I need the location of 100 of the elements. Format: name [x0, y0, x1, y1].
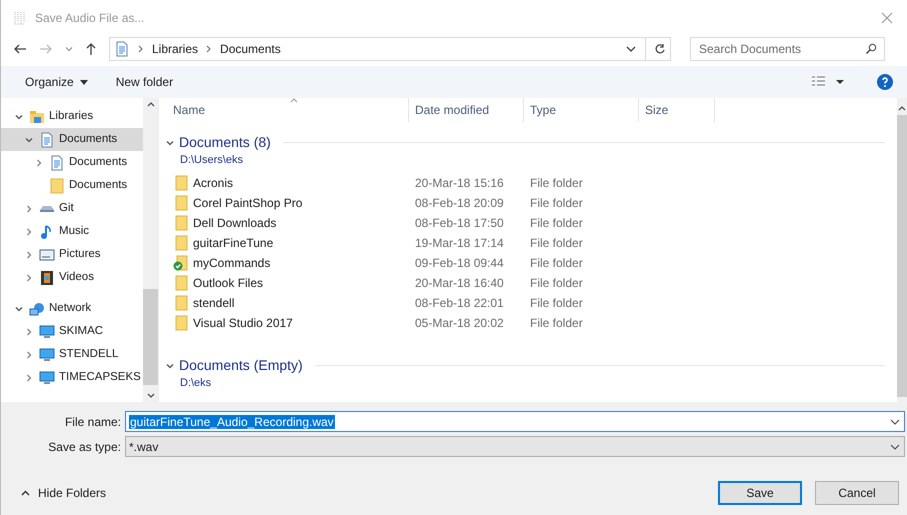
drive-icon — [39, 204, 55, 212]
column-header[interactable]: Name — [159, 98, 409, 122]
scroll-down-icon[interactable] — [146, 393, 154, 398]
new-folder-button[interactable]: New folder — [116, 73, 174, 91]
help-icon[interactable] — [877, 74, 893, 90]
view-options-icon[interactable] — [811, 76, 845, 88]
breadcrumb[interactable]: Libraries — [152, 40, 198, 58]
sort-caret-icon — [290, 98, 298, 103]
column-header[interactable]: Type — [524, 98, 639, 122]
save-as-type-dropdown[interactable]: *.wav — [125, 436, 905, 457]
app-icon — [13, 10, 27, 26]
dropdown-chevron-icon[interactable] — [890, 418, 900, 426]
breadcrumb[interactable]: Documents — [220, 40, 281, 58]
document-icon — [49, 154, 65, 170]
date-modified: 08-Feb-18 20:09 — [415, 196, 504, 210]
scroll-up-icon[interactable] — [898, 106, 906, 111]
organize-button[interactable]: Organize — [25, 73, 88, 91]
back-arrow-icon[interactable] — [13, 43, 27, 55]
folder-icon — [173, 235, 189, 251]
tree-item[interactable]: SKIMAC — [1, 320, 143, 343]
document-icon — [39, 132, 55, 148]
date-modified: 19-Mar-18 17:14 — [415, 236, 504, 250]
window-title: Save Audio File as... — [35, 10, 146, 27]
save-button[interactable]: Save — [718, 481, 802, 505]
tree-item[interactable]: Documents — [1, 128, 143, 151]
file-type: File folder — [530, 176, 583, 190]
document-icon — [114, 41, 130, 57]
chevron-up-icon — [21, 490, 30, 496]
scroll-up-icon[interactable] — [146, 102, 154, 107]
library-icon — [29, 108, 45, 124]
tree-item[interactable]: Documents — [1, 174, 143, 197]
group-title[interactable]: Documents (Empty) — [179, 355, 303, 376]
file-row[interactable]: Acronis 20-Mar-18 15:16 File folder — [159, 173, 897, 193]
expand-chevron-icon[interactable] — [24, 372, 34, 382]
group-path: D:\eks — [179, 376, 212, 390]
expand-chevron-icon[interactable] — [24, 226, 34, 236]
up-arrow-icon[interactable] — [85, 42, 97, 56]
computer-icon — [39, 370, 55, 386]
tree-item[interactable]: Videos — [1, 266, 143, 289]
search-field[interactable]: Search Documents — [690, 37, 885, 61]
expand-chevron-icon[interactable] — [24, 250, 34, 260]
synced-folder-icon — [173, 255, 189, 271]
tree-item[interactable]: Git — [1, 197, 143, 220]
file-row[interactable]: Outlook Files 20-Mar-18 16:40 File folder — [159, 273, 897, 293]
breadcrumb-separator-icon — [138, 45, 144, 53]
file-row[interactable]: stendell 08-Feb-18 22:01 File folder — [159, 293, 897, 313]
breadcrumb-separator-icon — [206, 45, 212, 53]
expand-chevron-icon[interactable] — [34, 158, 44, 168]
file-row[interactable]: myCommands 09-Feb-18 09:44 File folder — [159, 253, 897, 273]
file-type: File folder — [530, 276, 583, 290]
column-header[interactable]: Size — [639, 98, 715, 122]
date-modified: 09-Feb-18 09:44 — [415, 256, 504, 270]
file-name: Acronis — [193, 175, 234, 192]
expand-chevron-icon[interactable] — [24, 350, 34, 360]
expand-chevron-icon[interactable] — [24, 272, 34, 282]
refresh-icon[interactable] — [654, 43, 666, 55]
dropdown-chevron-icon[interactable] — [890, 442, 900, 450]
file-name-field[interactable]: guitarFineTune_Audio_Recording.wav — [125, 411, 905, 432]
tree-item[interactable]: Music — [1, 220, 143, 243]
file-name: stendell — [193, 295, 234, 312]
computer-icon — [39, 346, 55, 362]
file-type: File folder — [530, 296, 583, 310]
tree-item[interactable]: STENDELL — [1, 343, 143, 366]
folder-icon — [173, 195, 189, 211]
folder-icon — [49, 178, 65, 194]
tree-item[interactable]: Pictures — [1, 243, 143, 266]
file-type: File folder — [530, 256, 583, 270]
expand-chevron-icon[interactable] — [24, 204, 34, 214]
column-header[interactable]: Date modified — [409, 98, 524, 122]
folder-icon — [173, 275, 189, 291]
tree-item[interactable]: Network — [1, 297, 143, 320]
file-type: File folder — [530, 216, 583, 230]
cancel-button[interactable]: Cancel — [815, 481, 899, 505]
address-bar[interactable]: Libraries Documents — [109, 37, 671, 61]
file-row[interactable]: Visual Studio 2017 05-Mar-18 20:02 File folder — [159, 313, 897, 333]
file-row[interactable]: guitarFineTune 19-Mar-18 17:14 File folder — [159, 233, 897, 253]
folder-icon — [173, 295, 189, 311]
film-icon — [39, 270, 55, 286]
network-icon — [29, 300, 45, 316]
recent-dropdown-icon[interactable] — [65, 45, 73, 53]
date-modified: 05-Mar-18 20:02 — [415, 316, 504, 330]
file-name: myCommands — [193, 255, 270, 272]
tree-item[interactable]: Documents — [1, 151, 143, 174]
hide-folders-button[interactable]: Hide Folders — [21, 484, 106, 502]
pictures-icon — [39, 246, 55, 262]
folder-icon — [173, 175, 189, 191]
file-name-label: File name: — [64, 414, 122, 430]
scrollbar-thumb[interactable] — [143, 289, 158, 385]
group-path: D:\Users\eks — [179, 153, 243, 167]
tree-item[interactable]: TIMECAPSEKS — [1, 366, 143, 389]
file-type: File folder — [530, 236, 583, 250]
file-row[interactable]: Corel PaintShop Pro 08-Feb-18 20:09 File folder — [159, 193, 897, 213]
folder-icon — [173, 315, 189, 331]
tree-item[interactable]: Libraries — [1, 105, 143, 128]
sidebar-scrollbar[interactable] — [143, 98, 158, 402]
search-icon[interactable] — [865, 43, 877, 55]
group-title[interactable]: Documents (8) — [179, 132, 271, 153]
file-row[interactable]: Dell Downloads 08-Feb-18 17:50 File folder — [159, 213, 897, 233]
expand-chevron-icon[interactable] — [24, 326, 34, 336]
close-icon[interactable] — [881, 12, 893, 24]
